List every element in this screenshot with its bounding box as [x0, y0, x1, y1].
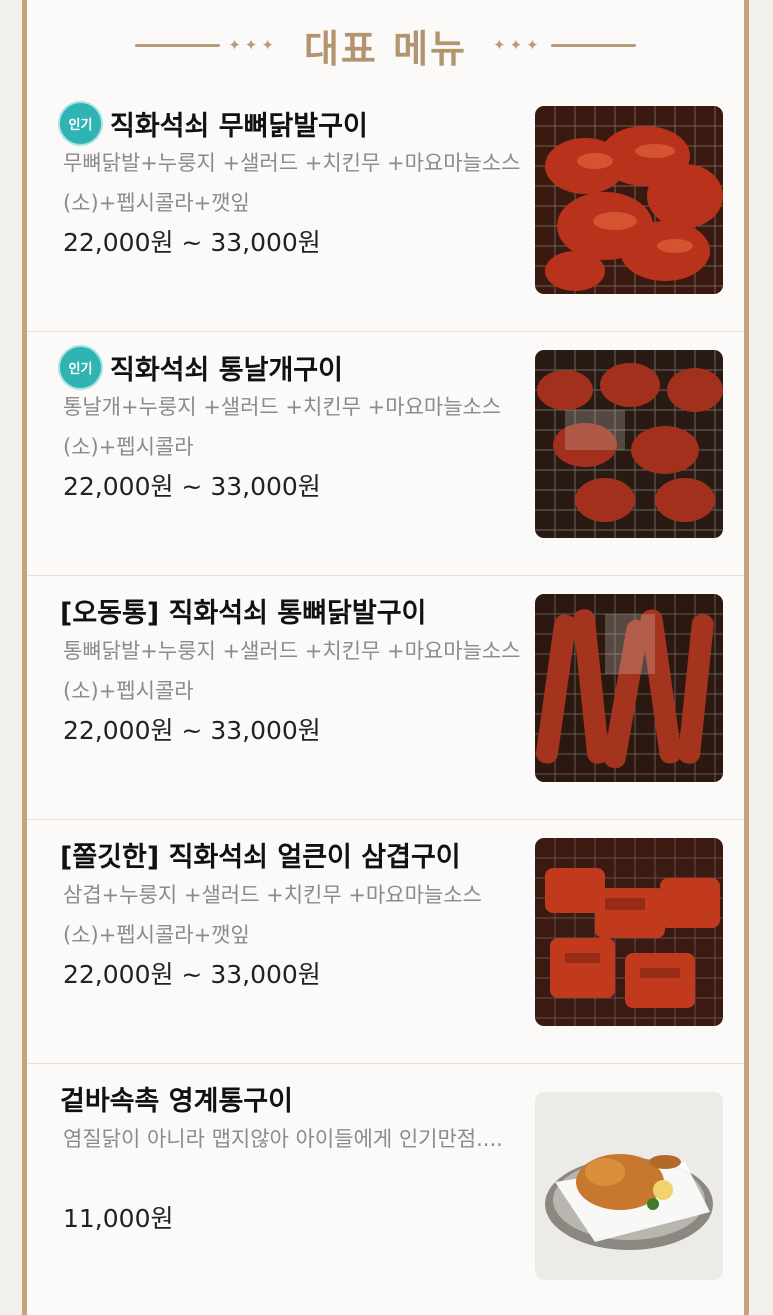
menu-item-name-row: 인기 직화석쇠 무뼈닭발구이 — [60, 103, 368, 144]
menu-item-name-row: [오동통] 직화석쇠 통뼈닭발구이 — [60, 591, 426, 630]
section-title: 대표 메뉴 — [303, 26, 468, 71]
menu-item[interactable]: 인기 직화석쇠 통날개구이 통날개+누룽지 +샐러드 +치킨무 +마요마늘소스(… — [27, 332, 744, 576]
menu-item-photo[interactable] — [535, 350, 723, 538]
menu-item-price: 22,000원 ~ 33,000원 — [63, 472, 321, 501]
menu-item-price: 22,000원 ~ 33,000원 — [63, 716, 321, 745]
menu-item-name: [쫄깃한] 직화석쇠 얼큰이 삼겹구이 — [60, 842, 461, 873]
diamond-ornament-icon: ✦✦✦ — [493, 36, 543, 54]
menu-item-photo[interactable] — [535, 1092, 723, 1280]
header-line-right — [550, 43, 636, 47]
section-header: ✦✦✦ 대표 메뉴 ✦✦✦ — [27, 10, 744, 80]
menu-item-price: 22,000원 ~ 33,000원 — [63, 960, 321, 989]
menu-item-name: 직화석쇠 무뼈닭발구이 — [110, 111, 368, 142]
menu-item-name-row: [쫄깃한] 직화석쇠 얼큰이 삼겹구이 — [60, 835, 461, 874]
diamond-ornament-icon: ✦✦✦ — [228, 36, 278, 54]
menu-item-description: 삼겹+누룽지 +샐러드 +치킨무 +마요마늘소스(소)+펩시콜라+깻잎 — [63, 883, 482, 947]
menu-item-price: 11,000원 — [63, 1204, 174, 1233]
menu-item-description: 염질닭이 아니라 맵지않아 아이들에게 인기만점.... — [63, 1127, 503, 1151]
menu-item-name: [오동통] 직화석쇠 통뼈닭발구이 — [60, 598, 427, 629]
menu-item[interactable]: 인기 직화석쇠 무뼈닭발구이 무뼈닭발+누룽지 +샐러드 +치킨무 +마요마늘소… — [27, 88, 744, 332]
header-line-left — [135, 43, 221, 47]
menu-item-description: 무뼈닭발+누룽지 +샐러드 +치킨무 +마요마늘소스(소)+펩시콜라+깻잎 — [63, 151, 521, 215]
menu-item-photo[interactable] — [535, 838, 723, 1026]
menu-item-description: 통뼈닭발+누룽지 +샐러드 +치킨무 +마요마늘소스(소)+펩시콜라 — [63, 639, 521, 703]
menu-item[interactable]: [쫄깃한] 직화석쇠 얼큰이 삼겹구이 삼겹+누룽지 +샐러드 +치킨무 +마요… — [27, 820, 744, 1064]
menu-item-name-row: 겉바속촉 영계통구이 — [60, 1079, 293, 1118]
popular-badge: 인기 — [60, 347, 101, 388]
menu-item-name: 겉바속촉 영계통구이 — [60, 1086, 293, 1117]
menu-item-photo[interactable] — [535, 106, 723, 294]
menu-item-name: 직화석쇠 통날개구이 — [110, 355, 343, 386]
menu-item-description: 통날개+누룽지 +샐러드 +치킨무 +마요마늘소스(소)+펩시콜라 — [63, 395, 502, 459]
menu-item[interactable]: 겉바속촉 영계통구이 염질닭이 아니라 맵지않아 아이들에게 인기만점.... … — [27, 1064, 744, 1308]
menu-item-price: 22,000원 ~ 33,000원 — [63, 228, 321, 257]
menu-frame: ✦✦✦ 대표 메뉴 ✦✦✦ 인기 직화석쇠 무뼈닭발구이 무뼈닭발+누룽지 +샐… — [22, 0, 749, 1315]
menu-item-photo[interactable] — [535, 594, 723, 782]
menu-item-name-row: 인기 직화석쇠 통날개구이 — [60, 347, 343, 388]
menu-item[interactable]: [오동통] 직화석쇠 통뼈닭발구이 통뼈닭발+누룽지 +샐러드 +치킨무 +마요… — [27, 576, 744, 820]
popular-badge: 인기 — [60, 103, 101, 144]
